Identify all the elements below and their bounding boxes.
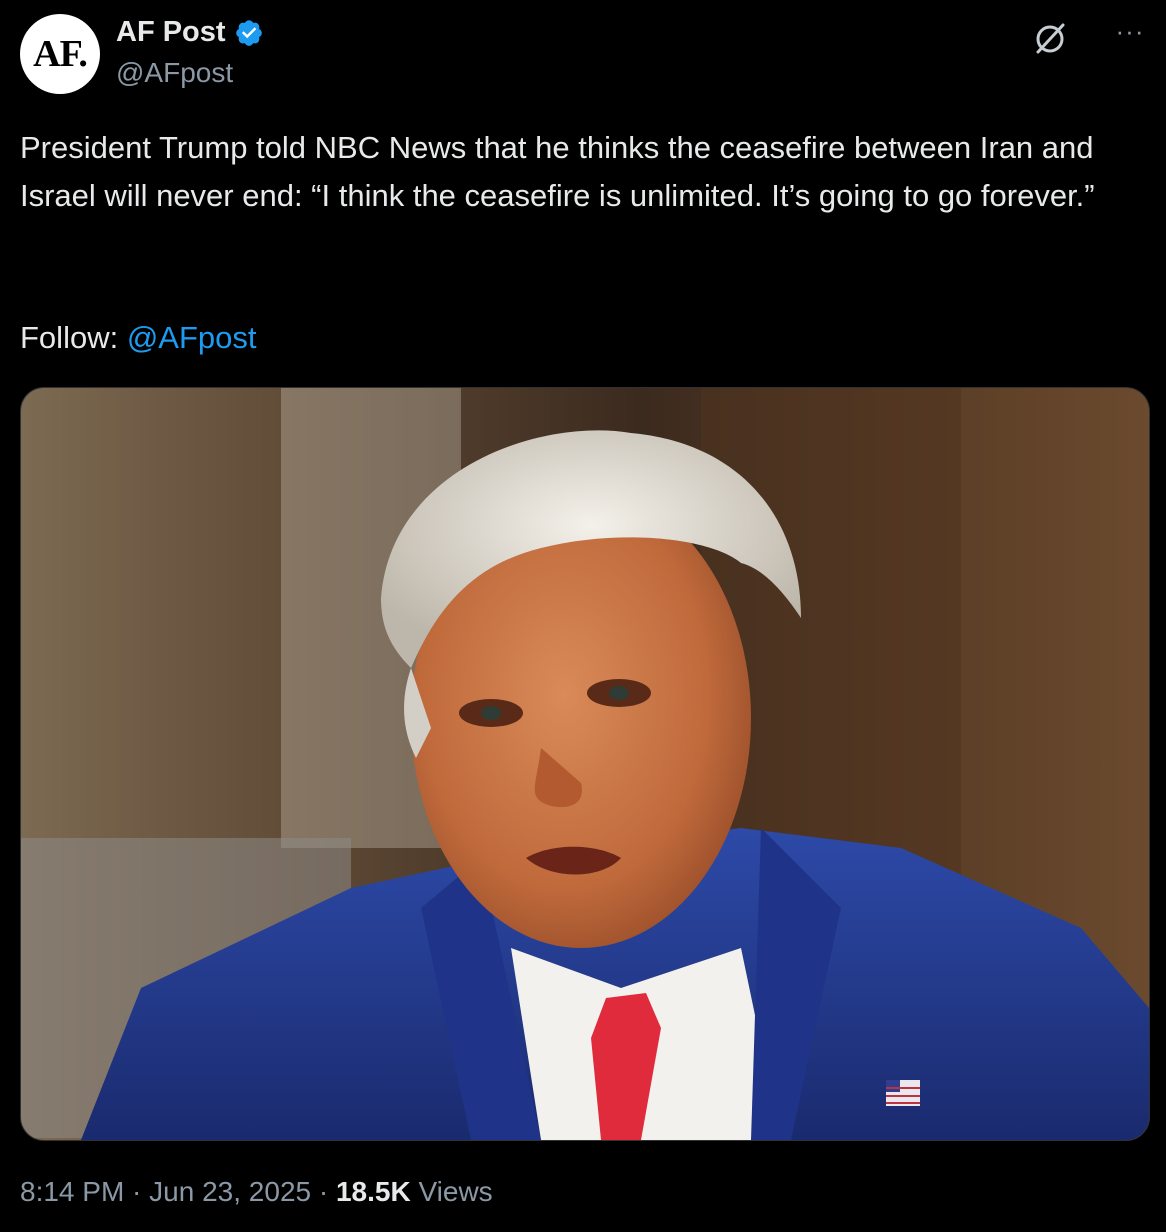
tweet-date[interactable]: Jun 23, 2025: [149, 1176, 311, 1207]
views-count: 18.5K: [335, 1176, 411, 1207]
follow-prefix: Follow:: [20, 320, 127, 355]
follow-mention-link[interactable]: @AFpost: [127, 320, 257, 355]
follow-line: Follow: @AFpost: [20, 314, 257, 362]
avatar[interactable]: AF.: [20, 14, 100, 94]
author-name-row: AF Post: [116, 16, 264, 49]
photo-illustration: [21, 388, 1149, 1140]
display-name[interactable]: AF Post: [116, 16, 226, 49]
more-options-icon[interactable]: ···: [1110, 16, 1150, 46]
tweet-card: AF. AF Post @AFpost ··· President Trump …: [0, 0, 1166, 1232]
meta-separator-2: ·: [311, 1176, 336, 1207]
account-handle[interactable]: @AFpost: [116, 57, 233, 89]
tweet-photo[interactable]: [20, 387, 1150, 1141]
tweet-text: President Trump told NBC News that he th…: [20, 130, 1095, 213]
views-label: Views: [410, 1176, 493, 1207]
verified-badge-icon[interactable]: [234, 18, 264, 48]
meta-separator: ·: [124, 1176, 150, 1207]
tweet-meta: 8:14 PM · Jun 23, 2025 · 18.5K Views: [20, 1176, 493, 1208]
tweet-time[interactable]: 8:14 PM: [20, 1176, 124, 1207]
avatar-logo-text: AF.: [33, 33, 88, 75]
grok-icon[interactable]: [1030, 18, 1070, 58]
